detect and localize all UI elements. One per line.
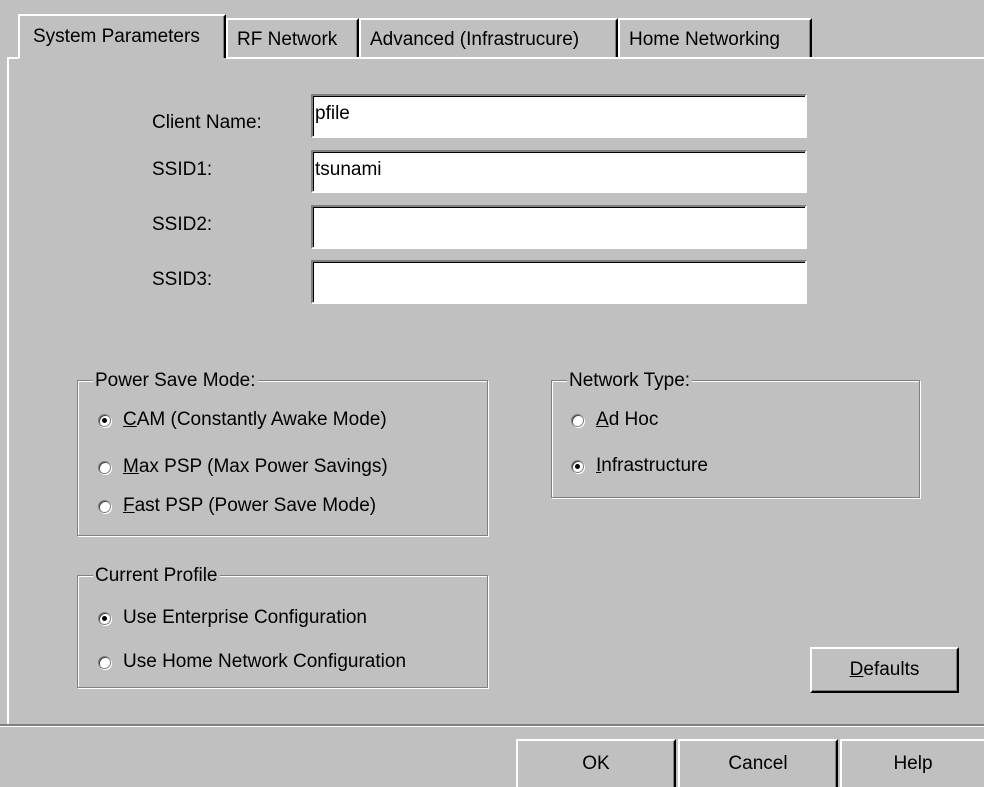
ssid2-input[interactable]: [313, 207, 805, 247]
tab-label: System Parameters: [33, 26, 200, 47]
tab-label: Home Networking: [629, 29, 780, 50]
defaults-button[interactable]: Defaults: [810, 647, 959, 693]
defaults-button-label: Defaults: [849, 659, 920, 680]
radio-button-icon[interactable]: [571, 459, 584, 473]
radio-max-psp-label: Max PSP (Max Power Savings): [123, 456, 388, 477]
radio-infrastructure[interactable]: Infrastructure: [571, 455, 708, 477]
radio-home-network-config[interactable]: Use Home Network Configuration: [98, 651, 406, 673]
radio-infrastructure-label: Infrastructure: [596, 455, 708, 476]
current-profile-title: Current Profile: [93, 565, 220, 587]
tab-system-parameters[interactable]: System Parameters: [18, 14, 226, 58]
ssid3-input[interactable]: [313, 262, 805, 302]
radio-ad-hoc-label: Ad Hoc: [596, 409, 659, 430]
ssid2-label: SSID2:: [152, 214, 213, 235]
client-name-label: Client Name:: [152, 112, 262, 133]
radio-ad-hoc[interactable]: Ad Hoc: [571, 409, 658, 431]
radio-enterprise-config-label: Use Enterprise Configuration: [123, 607, 367, 628]
client-name-field[interactable]: [311, 94, 807, 138]
tab-rf-network[interactable]: RF Network: [226, 18, 359, 58]
radio-button-icon[interactable]: [98, 611, 111, 625]
radio-max-psp[interactable]: Max PSP (Max Power Savings): [98, 456, 388, 478]
tab-label: Advanced (Infrastrucure): [370, 29, 580, 50]
help-button[interactable]: Help: [840, 739, 984, 787]
ssid3-field[interactable]: [311, 260, 807, 304]
tab-page-top-edge: [226, 57, 984, 59]
radio-fast-psp-label: Fast PSP (Power Save Mode): [123, 495, 377, 516]
power-save-mode-title: Power Save Mode:: [93, 370, 258, 392]
radio-cam-label: CAM (Constantly Awake Mode): [123, 409, 387, 430]
radio-cam[interactable]: CAM (Constantly Awake Mode): [98, 409, 387, 431]
tab-label: RF Network: [237, 29, 338, 50]
ssid1-field[interactable]: [311, 150, 807, 193]
radio-button-icon[interactable]: [98, 499, 111, 513]
radio-home-network-config-label: Use Home Network Configuration: [123, 651, 407, 672]
radio-button-icon[interactable]: [98, 413, 111, 427]
ssid1-input[interactable]: [313, 152, 805, 191]
radio-enterprise-config[interactable]: Use Enterprise Configuration: [98, 607, 367, 629]
network-type-title: Network Type:: [567, 370, 693, 392]
cancel-button[interactable]: Cancel: [678, 739, 838, 787]
footer-separator-highlight: [0, 726, 984, 727]
tab-home-networking[interactable]: Home Networking: [618, 18, 812, 58]
network-type-group: [551, 380, 920, 498]
radio-button-icon[interactable]: [571, 413, 584, 427]
ssid1-label: SSID1:: [152, 159, 213, 180]
ok-button[interactable]: OK: [516, 739, 676, 787]
ssid2-field[interactable]: [311, 205, 807, 249]
radio-fast-psp[interactable]: Fast PSP (Power Save Mode): [98, 495, 376, 517]
ssid3-label: SSID3:: [152, 269, 213, 290]
tab-page-left-edge: [7, 57, 9, 724]
client-name-input[interactable]: [313, 96, 805, 136]
radio-button-icon[interactable]: [98, 460, 111, 474]
radio-button-icon[interactable]: [98, 655, 111, 669]
tab-advanced-infrastructure[interactable]: Advanced (Infrastrucure): [359, 18, 618, 58]
